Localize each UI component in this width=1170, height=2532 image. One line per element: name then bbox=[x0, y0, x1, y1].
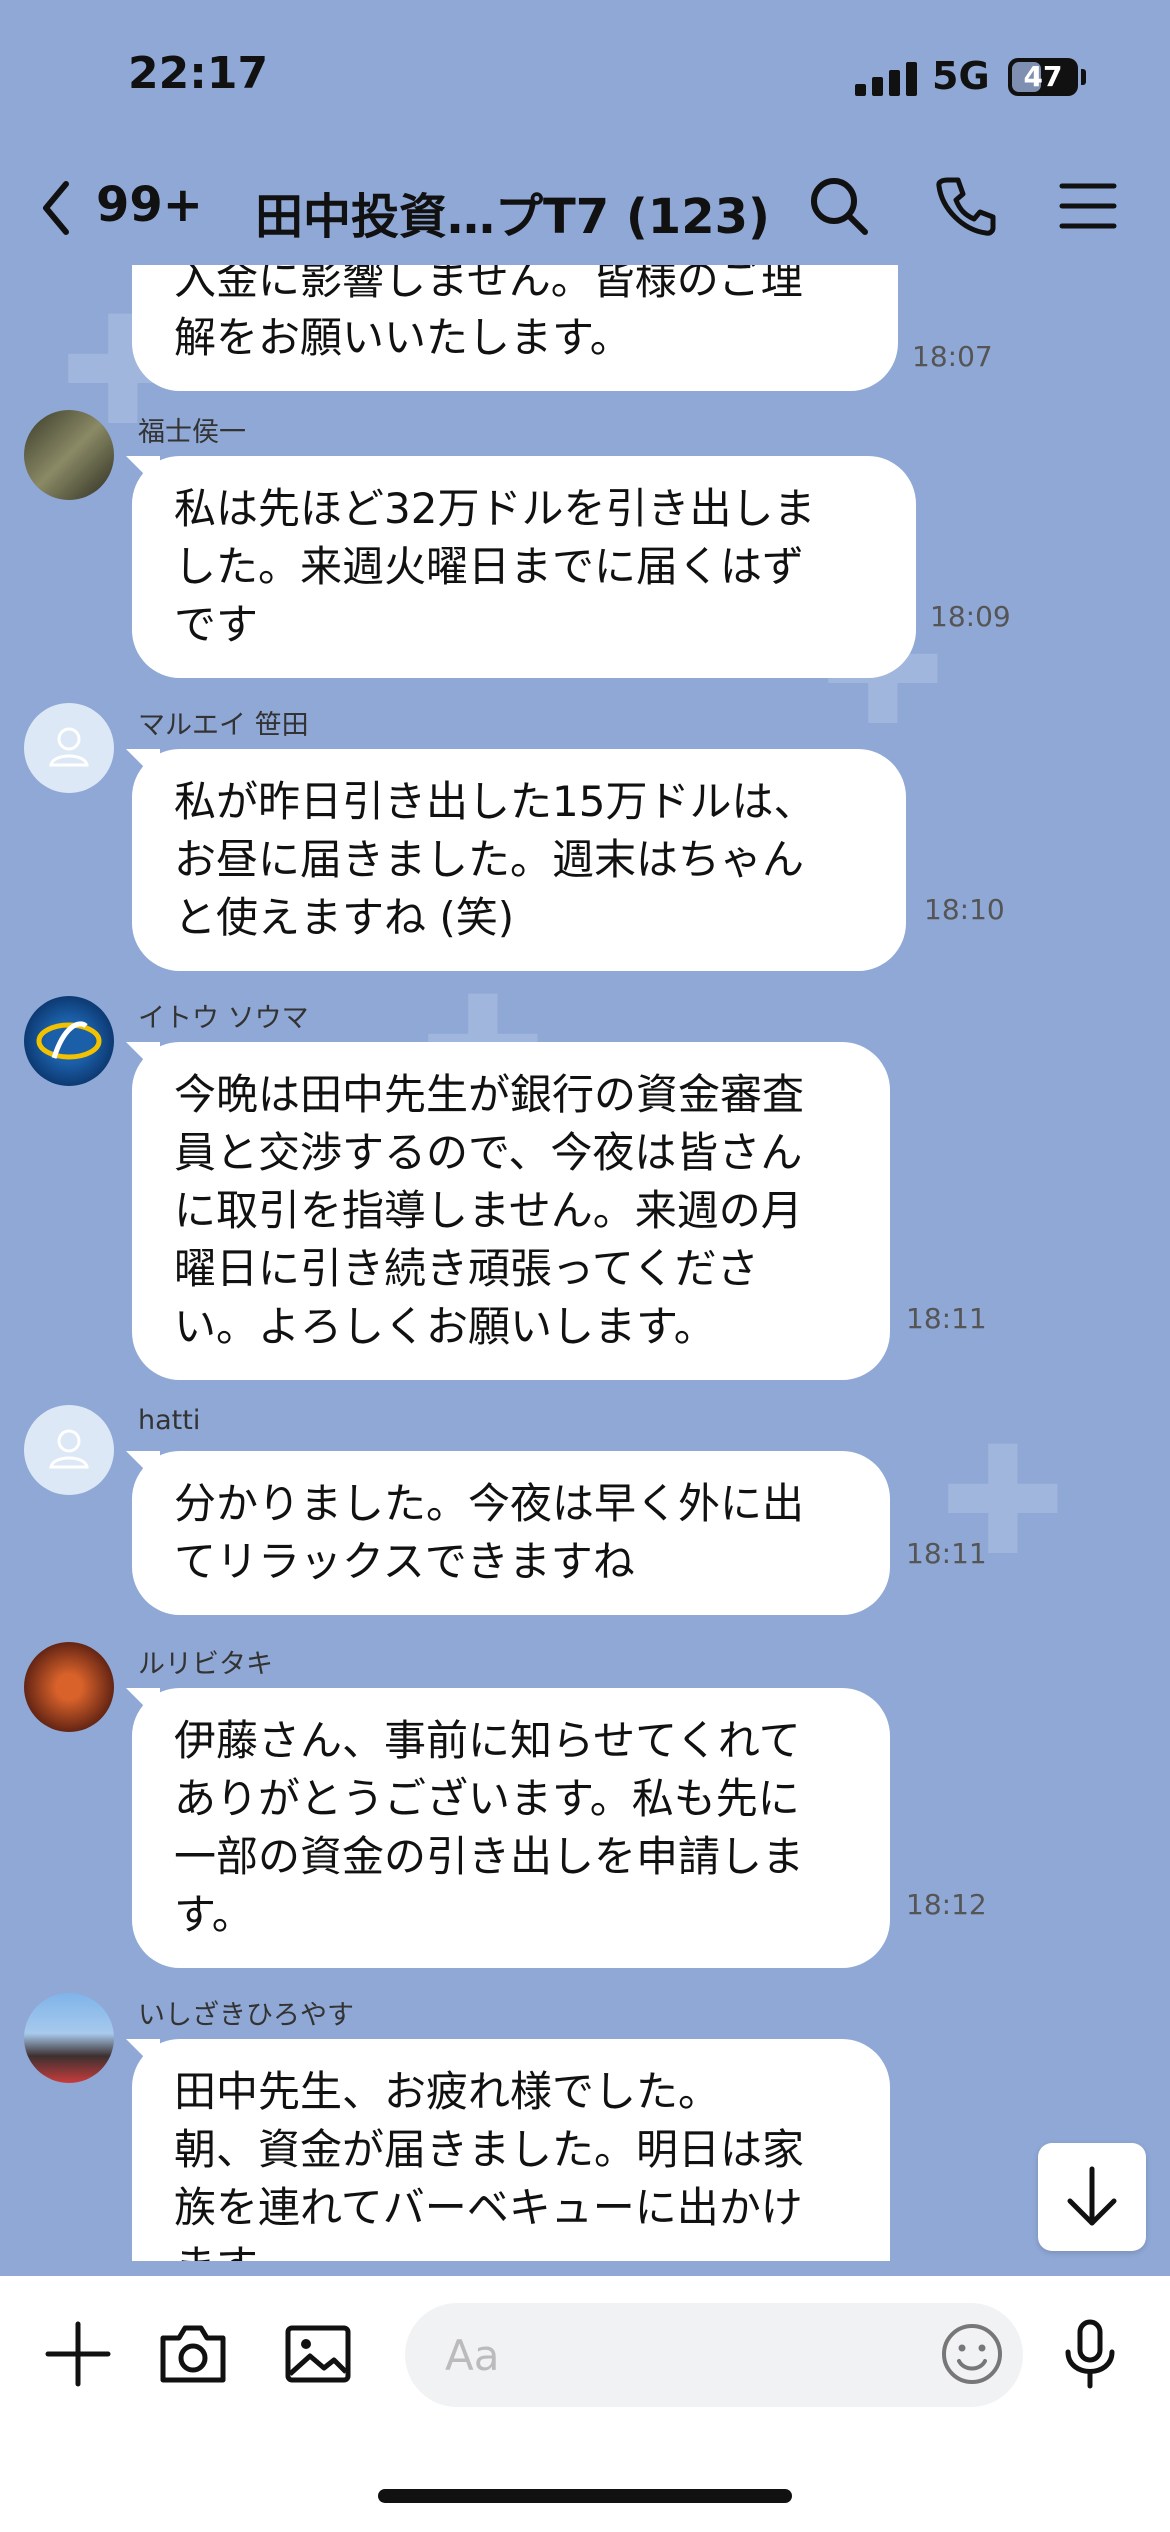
message-list[interactable]: ✚ ✚ ✚ ✚ ✚ 入金に影響しません。皆様のご理 解をお願いいたします。 18… bbox=[0, 265, 1170, 2261]
network-type: 5G bbox=[932, 54, 990, 98]
message-time: 18:11 bbox=[906, 1537, 987, 1570]
sender-name: hatti bbox=[138, 1405, 201, 1436]
message-bubble[interactable]: 伊藤さん、事前に知らせてくれて ありがとうございます。私も先に 一部の資金の引き… bbox=[132, 1688, 890, 1968]
message-time: 18:10 bbox=[924, 893, 1005, 926]
scroll-to-bottom-button[interactable] bbox=[1038, 2143, 1146, 2251]
home-indicator bbox=[378, 2489, 792, 2503]
battery-tip bbox=[1081, 69, 1086, 85]
battery-level: 47 bbox=[1023, 60, 1063, 93]
chat-header: 99+ 田中投資…プT7 (123) bbox=[0, 150, 1170, 265]
message-time: 18:07 bbox=[912, 340, 993, 373]
image-icon[interactable] bbox=[280, 2316, 356, 2392]
avatar[interactable] bbox=[24, 1993, 114, 2083]
avatar[interactable] bbox=[24, 1642, 114, 1732]
message-input[interactable] bbox=[405, 2303, 1023, 2407]
avatar[interactable] bbox=[24, 1405, 114, 1495]
message-time: 18:09 bbox=[930, 600, 1011, 633]
battery-icon: 47 bbox=[1008, 58, 1078, 96]
avatar[interactable] bbox=[24, 703, 114, 793]
message-bubble[interactable]: 田中先生、お疲れ様でした。 朝、資金が届きました。明日は家 族を連れてバーベキュ… bbox=[132, 2039, 890, 2261]
camera-icon[interactable] bbox=[155, 2316, 231, 2392]
phone-icon[interactable] bbox=[930, 170, 1002, 242]
avatar[interactable] bbox=[24, 410, 114, 500]
sender-name: 福士侯一 bbox=[138, 417, 246, 448]
status-bar: 22:17 5G 47 bbox=[0, 0, 1170, 150]
sender-name: マルエイ 笹田 bbox=[138, 710, 309, 741]
plus-icon[interactable] bbox=[40, 2316, 116, 2392]
search-icon[interactable] bbox=[803, 170, 875, 242]
chat-title[interactable]: 田中投資…プT7 (123) bbox=[255, 177, 770, 247]
message-time: 18:11 bbox=[906, 1302, 987, 1335]
sender-name: いしざきひろやす bbox=[138, 2000, 354, 2031]
clock: 22:17 bbox=[128, 48, 269, 99]
sender-name: ルリビタキ bbox=[138, 1649, 273, 1680]
message-bubble[interactable]: 私は先ほど32万ドルを引き出しま した。来週火曜日までに届くはず です bbox=[132, 456, 916, 678]
message-bubble[interactable]: 分かりました。今夜は早く外に出 てリラックスできますね bbox=[132, 1451, 890, 1615]
message-time: 18:12 bbox=[906, 1888, 987, 1921]
message-bubble[interactable]: 今晩は田中先生が銀行の資金審査 員と交渉するので、今夜は皆さん に取引を指導しま… bbox=[132, 1042, 890, 1380]
emoji-icon[interactable] bbox=[937, 2319, 1007, 2389]
default-user-icon bbox=[49, 727, 89, 767]
message-bubble[interactable]: 入金に影響しません。皆様のご理 解をお願いいたします。 bbox=[132, 265, 898, 391]
sender-name: イトウ ソウマ bbox=[138, 1003, 309, 1034]
logo-avatar-icon bbox=[36, 1021, 102, 1060]
avatar[interactable] bbox=[24, 996, 114, 1086]
message-bubble[interactable]: 私が昨日引き出した15万ドルは、 お昼に届きました。週末はちゃん と使えますね … bbox=[132, 749, 906, 971]
microphone-icon[interactable] bbox=[1052, 2316, 1128, 2392]
menu-icon[interactable] bbox=[1052, 170, 1124, 242]
signal-icon bbox=[855, 62, 917, 96]
unread-count[interactable]: 99+ bbox=[96, 177, 203, 233]
arrow-down-icon bbox=[1067, 2166, 1117, 2226]
default-user-icon bbox=[49, 1429, 89, 1469]
